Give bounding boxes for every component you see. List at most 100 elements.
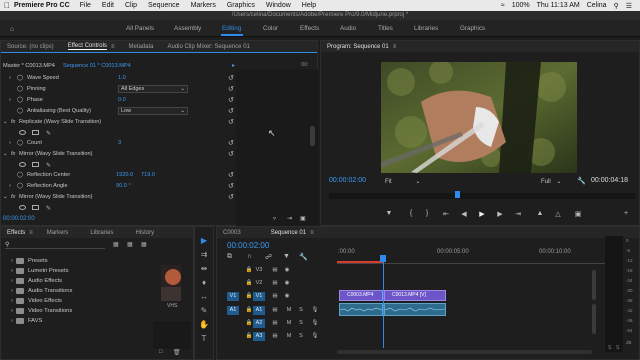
reset-icon[interactable]: ↺ (228, 85, 234, 93)
program-timecode[interactable]: 00:00:02:00 (329, 177, 366, 184)
tab-metadata[interactable]: Metadata (128, 44, 153, 50)
mark-in-icon[interactable]: { (406, 210, 416, 217)
play-icon[interactable]: ▶ (477, 210, 487, 218)
source-patch-a1[interactable]: A1 (227, 306, 239, 315)
menu-window[interactable]: Window (266, 2, 291, 9)
user-name[interactable]: Celina (587, 2, 607, 9)
list-item[interactable]: › Lumetri Presets (11, 266, 69, 276)
pen-tool-icon[interactable]: ✎ (198, 306, 210, 318)
menu-markers[interactable]: Markers (191, 2, 216, 9)
stopwatch-icon[interactable]: ◯ (17, 183, 23, 189)
hand-tool-icon[interactable]: ✋ (198, 320, 210, 332)
chevron-down-icon[interactable]: ⌄ (3, 194, 8, 200)
pinning-dropdown[interactable]: All Edges ⌄ (118, 85, 188, 93)
menu-clip[interactable]: Clip (125, 2, 137, 9)
ripple-edit-tool-icon[interactable]: ⇹ (198, 264, 210, 276)
export-frame-icon[interactable]: ⇥ (287, 215, 292, 222)
fx-badge[interactable]: fx (11, 119, 15, 125)
antialiasing-dropdown[interactable]: Low ⌄ (118, 107, 188, 115)
clock[interactable]: Thu 11:13 AM (537, 2, 580, 9)
reflection-center-x[interactable]: 1920.0 (116, 172, 133, 178)
solo-button[interactable]: S (295, 319, 307, 328)
timeline-h-scrollbar[interactable] (337, 350, 592, 354)
track-label-a3[interactable]: A3 (253, 332, 265, 341)
slip-tool-icon[interactable]: ↔ (198, 292, 210, 304)
microphone-icon[interactable]: 🎙 (309, 306, 321, 315)
track-label-v2[interactable]: V2 (253, 279, 265, 288)
track-label-a2[interactable]: A2 (253, 319, 265, 328)
rectangle-mask-icon[interactable] (32, 129, 42, 137)
count-value[interactable]: 3 (118, 140, 121, 146)
tab-libraries[interactable]: Libraries (90, 230, 113, 236)
chevron-right-icon[interactable]: › (9, 75, 11, 81)
video-clip-c0013[interactable]: C0013.MP4 [V] (384, 290, 446, 301)
toggle-sync-icon[interactable]: ▤ (269, 292, 281, 301)
track-select-tool-icon[interactable]: ⇉ (198, 250, 210, 262)
track-label-v3[interactable]: V3 (253, 266, 265, 275)
reset-icon[interactable]: ↺ (228, 182, 234, 190)
extract-icon[interactable]: △ (553, 210, 563, 218)
toggle-sync-icon[interactable]: ▤ (269, 306, 281, 315)
solo-button[interactable]: S (295, 306, 307, 315)
list-item[interactable]: › Video Transitions (11, 306, 72, 316)
ellipse-mask-icon[interactable] (19, 161, 29, 169)
toggle-sync-icon[interactable]: ▤ (269, 279, 281, 288)
preset-thumbnail[interactable] (161, 265, 181, 301)
solo-meter-button[interactable]: S (616, 345, 619, 351)
selection-tool-icon[interactable]: ▶ (198, 236, 210, 248)
ec-scrollbar[interactable] (310, 126, 315, 146)
list-item[interactable]: › Presets (11, 256, 48, 266)
workspace-all-panels[interactable]: All Panels (126, 25, 154, 32)
timeline-timecode[interactable]: 00:00:02:00 (227, 241, 269, 250)
timeline-playhead-handle[interactable] (380, 255, 386, 262)
reflection-center-y[interactable]: 719.0 (141, 172, 155, 178)
audio-clip-c0013[interactable] (384, 303, 446, 316)
razor-tool-icon[interactable]: ♦ (198, 278, 210, 290)
solo-button[interactable]: S (295, 332, 307, 341)
nest-icon[interactable]: ⧉ (227, 253, 232, 261)
step-forward-icon[interactable]: ▶ (495, 210, 505, 218)
track-label-v1[interactable]: V1 (253, 292, 265, 301)
microphone-icon[interactable]: 🎙 (309, 332, 321, 341)
list-item[interactable]: › FAVS (11, 316, 42, 326)
wifi-icon[interactable]: ≈ (501, 2, 505, 9)
rectangle-mask-icon[interactable] (32, 161, 42, 169)
menu-help[interactable]: Help (302, 2, 316, 9)
menu-graphics[interactable]: Graphics (227, 2, 255, 9)
ellipse-mask-icon[interactable] (19, 129, 29, 137)
program-playhead[interactable] (455, 191, 460, 198)
workspace-titles[interactable]: Titles (378, 25, 393, 32)
master-clip-label[interactable]: Master * C0013.MP4 (3, 63, 55, 69)
tab-c0003[interactable]: C0003 (223, 230, 241, 236)
list-item[interactable]: › Audio Transitions (11, 286, 72, 296)
menu-file[interactable]: File (80, 2, 91, 9)
reset-icon[interactable]: ↺ (228, 193, 234, 201)
type-tool-icon[interactable]: T (198, 334, 210, 346)
program-scrub-bar[interactable] (329, 193, 635, 199)
solo-meter-button[interactable]: S (608, 345, 611, 351)
ellipse-mask-icon[interactable] (19, 204, 29, 212)
reset-icon[interactable]: ↺ (228, 96, 234, 104)
workspace-editing[interactable]: Editing (222, 25, 241, 32)
apple-icon[interactable]:  (0, 1, 14, 10)
stopwatch-icon[interactable]: ◯ (17, 172, 23, 178)
workspace-color[interactable]: Color (263, 25, 278, 32)
video-clip-c0003[interactable]: C0003.MP4 (339, 290, 383, 301)
add-button-icon[interactable]: + (621, 210, 631, 217)
program-video-frame[interactable] (381, 62, 577, 173)
toggle-sync-icon[interactable]: ▤ (269, 319, 281, 328)
chevron-right-icon[interactable]: › (9, 97, 11, 103)
workspace-audio[interactable]: Audio (340, 25, 356, 32)
microphone-icon[interactable]: 🎙 (309, 319, 321, 328)
panel-menu-icon[interactable]: ≡ (310, 230, 314, 236)
reset-icon[interactable]: ↺ (228, 74, 234, 82)
mark-out-icon[interactable]: } (422, 210, 432, 217)
stopwatch-icon[interactable]: ◯ (17, 108, 23, 114)
reset-icon[interactable]: ↺ (228, 139, 234, 147)
fx-badge[interactable]: fx (11, 151, 15, 157)
workspace-assembly[interactable]: Assembly (174, 25, 201, 32)
timeline-settings-icon[interactable]: 🔧 (299, 253, 308, 261)
lift-icon[interactable]: ▲ (535, 210, 545, 217)
tab-source[interactable]: Source: (no clips) (7, 44, 54, 50)
snap-icon[interactable]: ∩ (247, 253, 252, 260)
